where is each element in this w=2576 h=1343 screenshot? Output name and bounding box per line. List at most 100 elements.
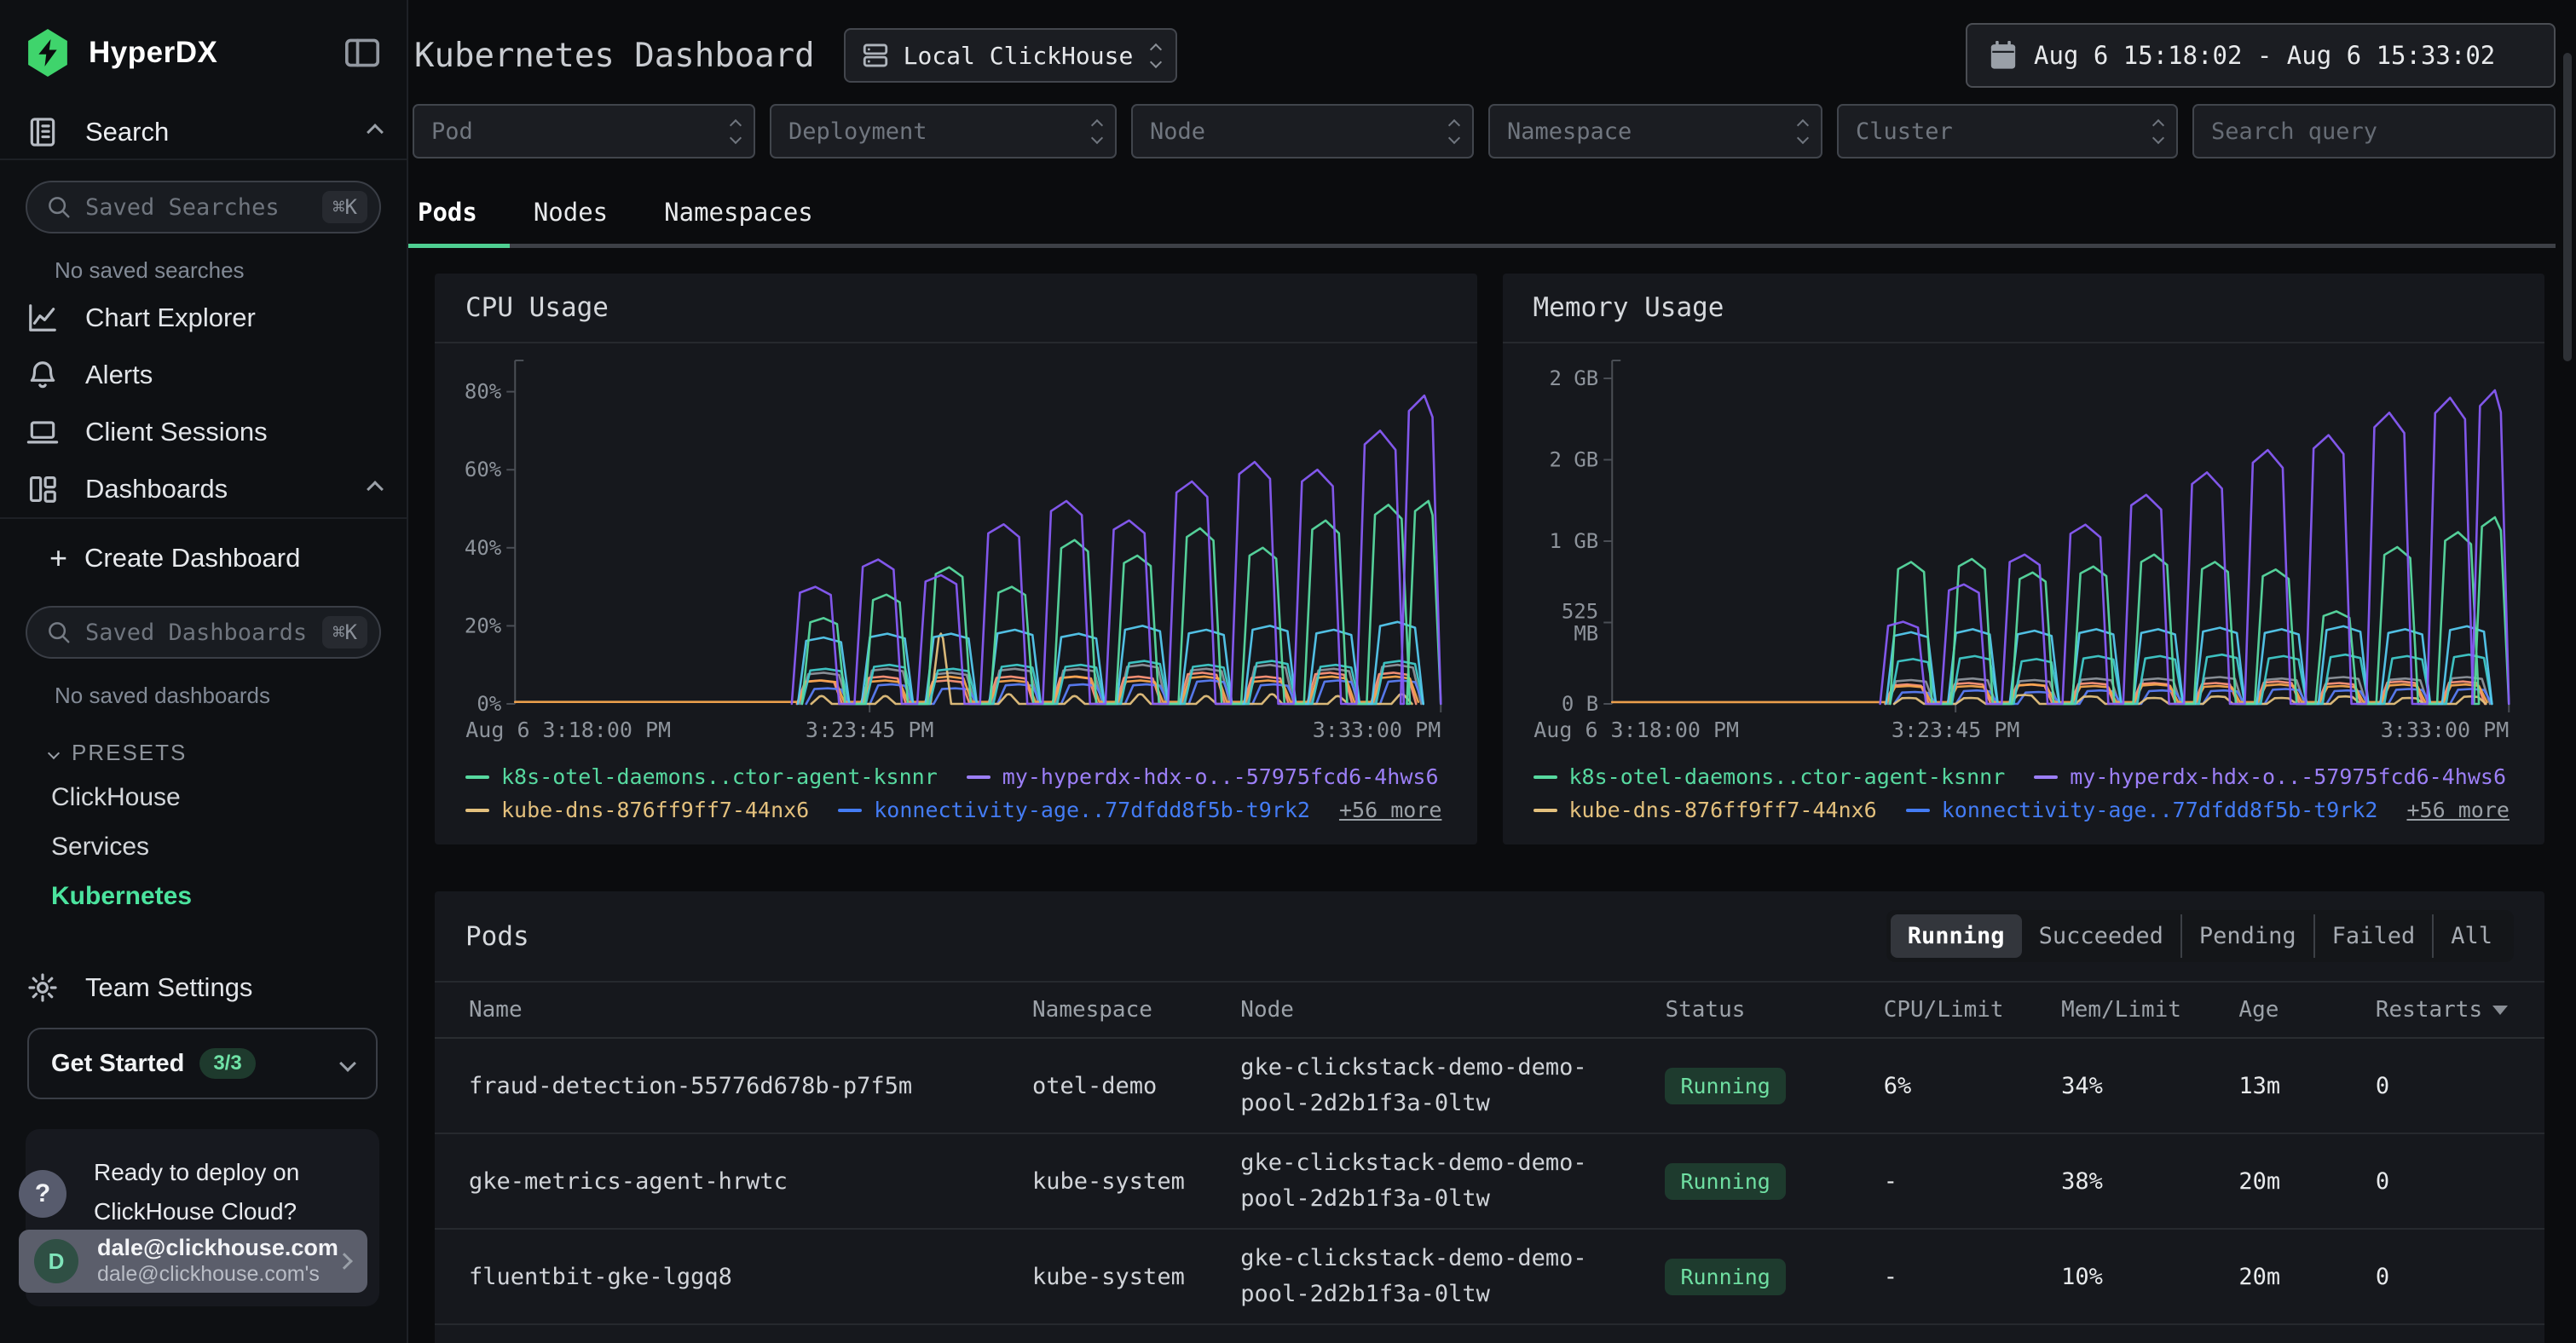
page-header: Kubernetes Dashboard Local ClickHouse Au…	[413, 0, 2556, 89]
sidebar-item-alerts[interactable]: Alerts	[0, 346, 407, 403]
select-chevrons-icon	[731, 121, 740, 142]
select-chevrons-icon	[1093, 121, 1101, 142]
filter-label: Cluster	[1856, 118, 2149, 145]
saved-dashboards-input[interactable]: ⌘K	[26, 606, 381, 659]
datasource-select[interactable]: Local ClickHouse	[844, 28, 1178, 83]
chart-explorer-icon	[26, 302, 60, 334]
column-header-node[interactable]: Node	[1240, 997, 1665, 1023]
calendar-icon	[1990, 41, 2017, 70]
legend-item[interactable]: k8s-otel-daemons..ctor-agent-ksnnr	[465, 764, 938, 789]
filter-select-namespace[interactable]: Namespace	[1488, 104, 1822, 159]
cpu-usage-legend: k8s-otel-daemons..ctor-agent-ksnnr my-hyp…	[435, 759, 1477, 844]
preset-item-kubernetes[interactable]: Kubernetes	[0, 872, 407, 921]
filter-select-deployment[interactable]: Deployment	[770, 104, 1117, 159]
create-dashboard-label: Create Dashboard	[84, 543, 300, 574]
pod-row[interactable]: fluentbit-gke-lggq8kube-systemgke-clicks…	[435, 1230, 2544, 1325]
status-filter-running[interactable]: Running	[1891, 914, 2022, 958]
sidebar-collapse-icon[interactable]	[344, 36, 381, 70]
pod-row[interactable]: fraud-detection-55776d678b-p7f5motel-dem…	[435, 1039, 2544, 1134]
legend-item[interactable]: kube-dns-876ff9ff7-44nx6	[465, 798, 809, 822]
sidebar-item-dashboards[interactable]: Dashboards	[0, 460, 407, 517]
user-org: dale@clickhouse.com's	[97, 1261, 338, 1288]
legend-item[interactable]: k8s-otel-daemons..ctor-agent-ksnnr	[1533, 764, 2006, 789]
mem-cell: 38%	[2061, 1168, 2238, 1195]
sidebar-item-search[interactable]: Search	[0, 106, 407, 159]
status-filter-succeeded[interactable]: Succeeded	[2022, 914, 2180, 958]
saved-dashboards-field[interactable]	[85, 620, 322, 646]
tab-nodes[interactable]: Nodes	[530, 182, 611, 244]
tab-pods[interactable]: Pods	[414, 182, 481, 244]
page-title: Kubernetes Dashboard	[414, 37, 815, 75]
sidebar-item-client-sessions[interactable]: Client Sessions	[0, 403, 407, 460]
saved-searches-field[interactable]	[85, 194, 322, 221]
column-header-name[interactable]: Name	[469, 997, 1032, 1023]
user-menu[interactable]: D dale@clickhouse.com dale@clickhouse.co…	[19, 1230, 367, 1293]
scrollbar-thumb[interactable]	[2563, 53, 2572, 361]
status-filter-pending[interactable]: Pending	[2180, 914, 2313, 958]
legend-label: my-hyperdx-hdx-o..-57975fcd6-4hws6	[1002, 764, 1439, 789]
team-settings-label: Team Settings	[85, 972, 252, 1003]
legend-item[interactable]: kube-dns-876ff9ff7-44nx6	[1533, 798, 1877, 822]
status-filter-all[interactable]: All	[2432, 914, 2510, 958]
bell-icon	[26, 359, 60, 391]
column-header-cpu-limit[interactable]: CPU/Limit	[1884, 997, 2061, 1023]
column-header-age[interactable]: Age	[2238, 997, 2375, 1023]
y-tick-label: 20%	[465, 614, 502, 637]
legend-swatch	[1906, 809, 1930, 812]
search-query-input[interactable]	[2192, 104, 2556, 159]
get-started-button[interactable]: Get Started 3/3	[27, 1028, 378, 1099]
series-#54c8ee	[1886, 626, 2492, 704]
pod-row[interactable]: gke-clickstack-demo-demo-	[435, 1325, 2544, 1343]
laptop-icon	[26, 416, 60, 448]
column-header-namespace[interactable]: Namespace	[1032, 997, 1240, 1023]
get-started-label: Get Started	[51, 1050, 184, 1078]
get-started-progress-badge: 3/3	[199, 1048, 255, 1079]
status-cell: Running	[1665, 1163, 1883, 1200]
filter-select-cluster[interactable]: Cluster	[1837, 104, 2178, 159]
y-tick-label: 0 B	[1561, 692, 1597, 716]
column-header-restarts[interactable]: Restarts	[2376, 997, 2510, 1023]
preset-item-services[interactable]: Services	[0, 822, 407, 872]
column-header-status[interactable]: Status	[1665, 997, 1883, 1023]
dashboard-grid: CPU Usage 80%60%40%20%0%Aug 6 3:18:00 PM…	[435, 274, 2544, 1343]
time-range-picker[interactable]: Aug 6 15:18:02 - Aug 6 15:33:02	[1966, 23, 2556, 88]
legend-more-link[interactable]: +56 more	[2406, 798, 2509, 822]
legend-item[interactable]: konnectivity-age..77dfdd8f5b-t9rk2	[1906, 798, 2378, 822]
presets-toggle[interactable]: PRESETS	[0, 714, 407, 773]
pods-table: NameNamespaceNodeStatusCPU/LimitMem/Limi…	[435, 983, 2544, 1343]
legend-item[interactable]: konnectivity-age..77dfdd8f5b-t9rk2	[838, 798, 1310, 822]
status-filter-failed[interactable]: Failed	[2313, 914, 2433, 958]
legend-more-link[interactable]: +56 more	[1339, 798, 1441, 822]
app-root: HyperDX Search ⌘K No saved searches Char…	[0, 0, 2576, 1343]
pods-table-header: NameNamespaceNodeStatusCPU/LimitMem/Limi…	[435, 983, 2544, 1039]
legend-swatch	[465, 775, 489, 779]
namespace-cell: otel-demo	[1032, 1073, 1240, 1099]
cpu-usage-chart: 80%60%40%20%0%Aug 6 3:18:00 PM3:23:45 PM…	[435, 343, 1477, 759]
pods-table-body: fraud-detection-55776d678b-p7f5motel-dem…	[435, 1039, 2544, 1343]
brand-row: HyperDX	[0, 0, 407, 106]
user-texts: dale@clickhouse.com dale@clickhouse.com'…	[97, 1235, 338, 1288]
preset-item-clickhouse[interactable]: ClickHouse	[0, 773, 407, 822]
filter-select-node[interactable]: Node	[1131, 104, 1474, 159]
series-k8s-otel-daemons..ctor-agent-ksnnr	[802, 501, 1441, 704]
legend-label: k8s-otel-daemons..ctor-agent-ksnnr	[1569, 764, 2006, 789]
saved-searches-input[interactable]: ⌘K	[26, 181, 381, 233]
create-dashboard-button[interactable]: + Create Dashboard	[0, 531, 407, 585]
pod-row[interactable]: gke-metrics-agent-hrwtckube-systemgke-cl…	[435, 1134, 2544, 1230]
tab-namespaces[interactable]: Namespaces	[661, 182, 817, 244]
user-avatar: D	[34, 1239, 78, 1283]
shortcut-badge: ⌘K	[322, 191, 367, 223]
sidebar-item-team-settings[interactable]: Team Settings	[0, 959, 407, 1016]
legend-label: kube-dns-876ff9ff7-44nx6	[1569, 798, 1877, 822]
column-header-mem-limit[interactable]: Mem/Limit	[2061, 997, 2238, 1023]
help-button[interactable]: ?	[19, 1170, 66, 1218]
legend-item[interactable]: my-hyperdx-hdx-o..-57975fcd6-4hws6	[967, 764, 1439, 789]
legend-swatch	[465, 809, 489, 812]
y-tick-label: 40%	[465, 536, 502, 560]
chevron-right-icon	[336, 1253, 353, 1270]
datasource-value: Local ClickHouse	[904, 42, 1134, 70]
filter-select-pod[interactable]: Pod	[413, 104, 755, 159]
main-area: Kubernetes Dashboard Local ClickHouse Au…	[408, 0, 2576, 1343]
sidebar-item-chart-explorer[interactable]: Chart Explorer	[0, 289, 407, 346]
legend-item[interactable]: my-hyperdx-hdx-o..-57975fcd6-4hws6	[2034, 764, 2506, 789]
